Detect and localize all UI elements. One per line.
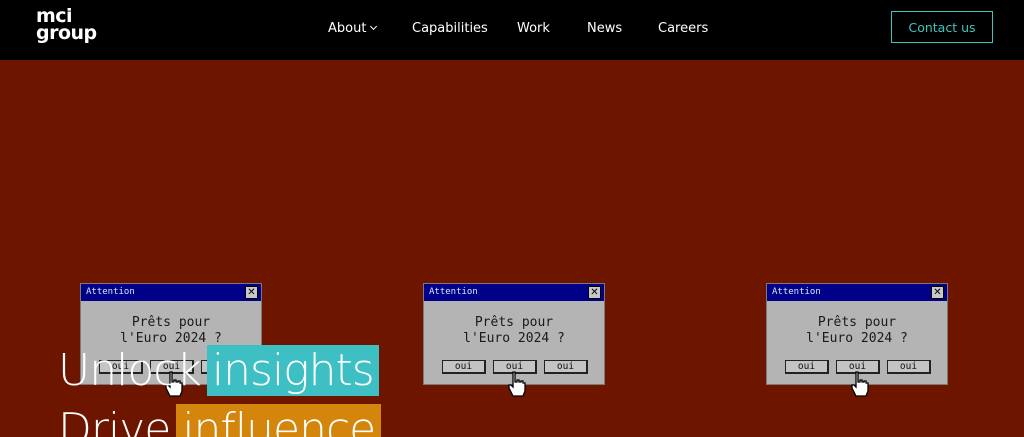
dialog-message: Prêts pour l'Euro 2024 ? — [81, 315, 261, 347]
dialog-message-line-1: Prêts pour — [131, 315, 211, 330]
chevron-down-icon — [370, 22, 378, 31]
nav-news-label: News — [587, 21, 623, 36]
dialog-message: Prêts pour l'Euro 2024 ? — [767, 315, 947, 347]
dialog-message-line-1: Prêts pour — [817, 315, 897, 330]
dialog-title: Attention — [767, 284, 947, 301]
nav-about[interactable]: About — [328, 21, 378, 36]
headline-highlight-influence: influence — [176, 404, 382, 437]
close-icon[interactable]: ✕ — [245, 286, 258, 299]
retro-dialog-2: Attention ✕ Prêts pour l'Euro 2024 ? oui… — [423, 283, 605, 385]
oui-button[interactable]: oui — [887, 360, 931, 374]
top-navbar: mci group About Capabilities Work News C… — [0, 0, 1024, 60]
hero-headline-line-2: Drive influence — [58, 404, 382, 437]
logo-line-2: group — [36, 22, 97, 44]
oui-button[interactable]: oui — [785, 360, 829, 374]
dialog-title: Attention — [424, 284, 604, 301]
nav-about-label: About — [328, 21, 367, 36]
oui-button[interactable]: oui — [544, 360, 588, 374]
mci-group-logo[interactable]: mci group — [36, 7, 97, 44]
nav-work[interactable]: Work — [517, 21, 550, 36]
dialog-message-line-2: l'Euro 2024 ? — [806, 331, 908, 346]
dialog-title: Attention — [81, 284, 261, 301]
headline-word-unlock: Unlock — [58, 345, 202, 396]
hand-cursor-icon — [851, 371, 869, 397]
nav-careers-label: Careers — [658, 21, 709, 36]
dialog-message: Prêts pour l'Euro 2024 ? — [424, 315, 604, 347]
headline-word-drive: Drive — [58, 404, 171, 437]
nav-news[interactable]: News — [587, 21, 622, 36]
contact-us-button[interactable]: Contact us — [891, 11, 993, 43]
retro-dialog-3: Attention ✕ Prêts pour l'Euro 2024 ? oui… — [766, 283, 948, 385]
nav-capabilities[interactable]: Capabilities — [412, 21, 488, 36]
nav-careers[interactable]: Careers — [658, 21, 708, 36]
dialog-message-line-1: Prêts pour — [474, 315, 554, 330]
close-icon[interactable]: ✕ — [588, 286, 601, 299]
dialog-message-line-2: l'Euro 2024 ? — [463, 331, 565, 346]
nav-capabilities-label: Capabilities — [412, 21, 488, 36]
hero-headline-line-1: Unlock insights — [58, 345, 379, 397]
hand-cursor-icon — [508, 371, 526, 397]
nav-work-label: Work — [517, 21, 550, 36]
close-icon[interactable]: ✕ — [931, 286, 944, 299]
oui-button[interactable]: oui — [442, 360, 486, 374]
headline-highlight-insights: insights — [206, 345, 379, 396]
